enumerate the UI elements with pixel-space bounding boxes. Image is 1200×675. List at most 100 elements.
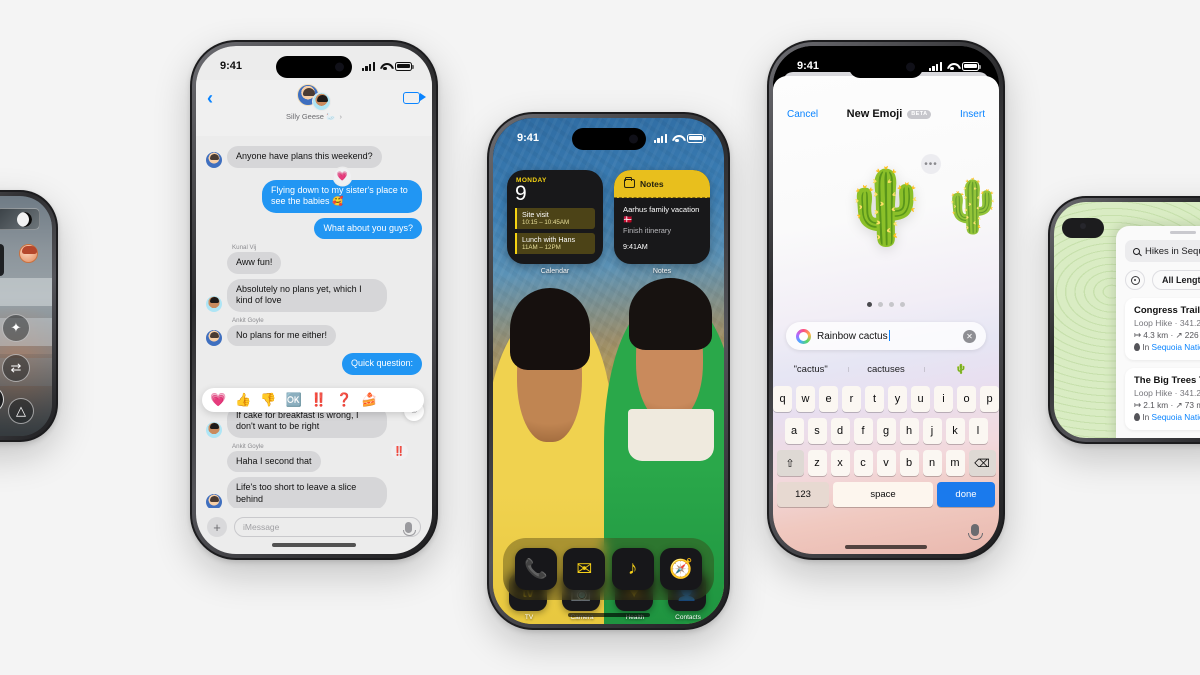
trail-location-link[interactable]: Sequoia National... bbox=[1152, 342, 1200, 352]
group-name[interactable]: Silly Geese 🦢 › bbox=[196, 112, 432, 121]
page-indicator[interactable] bbox=[867, 302, 905, 307]
notes-widget[interactable]: Notes Aarhus family vacation 🇩🇰 Finish i… bbox=[614, 170, 710, 275]
key-t[interactable]: t bbox=[865, 386, 884, 412]
home-indicator[interactable] bbox=[845, 545, 927, 549]
message-bubble[interactable]: Absolutely no plans yet, which I kind of… bbox=[227, 278, 387, 312]
calendar-widget[interactable]: MONDAY 9 Site visit 10:15 – 10:45AM Lunc… bbox=[507, 170, 603, 275]
all-lengths-filter[interactable]: All Lengths ⌄ bbox=[1152, 270, 1200, 290]
message-composer[interactable]: + iMessage bbox=[196, 514, 432, 540]
dictation-icon[interactable] bbox=[968, 524, 983, 540]
key-r[interactable]: r bbox=[842, 386, 861, 412]
trail-result-card[interactable]: The Big Trees Trail... Loop Hike · 341.2… bbox=[1125, 368, 1200, 430]
key-j[interactable]: j bbox=[922, 418, 942, 444]
key-i[interactable]: i bbox=[934, 386, 953, 412]
key-q[interactable]: q bbox=[773, 386, 792, 412]
music-icon[interactable]: ♪ bbox=[611, 548, 654, 590]
key-u[interactable]: u bbox=[911, 386, 930, 412]
key-o[interactable]: o bbox=[957, 386, 976, 412]
home-indicator[interactable] bbox=[567, 613, 650, 617]
sheet-grabber[interactable] bbox=[1169, 231, 1196, 234]
key-n[interactable]: n bbox=[922, 450, 942, 476]
trail-location-link[interactable]: Sequoia National... bbox=[1152, 412, 1200, 422]
done-key[interactable]: done bbox=[937, 482, 995, 507]
add-attachment-button[interactable]: + bbox=[207, 517, 227, 537]
page-dot[interactable] bbox=[900, 302, 905, 307]
key-l[interactable]: l bbox=[968, 418, 988, 444]
suggestion-item[interactable]: cactuses bbox=[848, 364, 923, 375]
reaction-exclaim-icon[interactable]: ‼️ bbox=[311, 392, 327, 408]
key-h[interactable]: h bbox=[899, 418, 919, 444]
shield-button[interactable]: △ bbox=[8, 398, 34, 424]
notes-widget-card[interactable]: Notes Aarhus family vacation 🇩🇰 Finish i… bbox=[614, 170, 710, 264]
key-z[interactable]: z bbox=[807, 450, 827, 476]
message-bubble[interactable]: Quick question: bbox=[341, 353, 422, 375]
reaction-cake-icon[interactable]: 🍰 bbox=[361, 392, 377, 408]
widget-label: Notes bbox=[652, 268, 672, 275]
generated-emoji-next[interactable]: 🌵 bbox=[940, 176, 999, 237]
space-key[interactable]: space bbox=[833, 482, 933, 507]
page-dot[interactable] bbox=[889, 302, 894, 307]
tapback-reaction-bar[interactable]: 💗 👍 👎 🆗 ‼️ ❓ 🍰 bbox=[202, 388, 424, 412]
home-indicator[interactable] bbox=[272, 543, 356, 547]
calendar-event[interactable]: Lunch with Hans 11AM – 12PM bbox=[515, 232, 595, 254]
shift-key[interactable]: ⇧ bbox=[776, 450, 804, 476]
phone-icon[interactable]: 📞 bbox=[515, 548, 558, 590]
maps-search-input[interactable]: Hikes in Sequoia bbox=[1125, 240, 1200, 262]
reaction-thumbsdown-icon[interactable]: 👎 bbox=[260, 392, 276, 408]
imessage-input[interactable]: iMessage bbox=[234, 517, 421, 537]
tapback-heart-icon[interactable]: 💗 bbox=[334, 167, 351, 185]
key-w[interactable]: w bbox=[796, 386, 815, 412]
key-s[interactable]: s bbox=[807, 418, 827, 444]
calendar-event[interactable]: Site visit 10:15 – 10:45AM bbox=[515, 207, 595, 229]
genmoji-description-field[interactable]: Rainbow cactus ✕ bbox=[786, 322, 986, 350]
key-e[interactable]: e bbox=[819, 386, 838, 412]
mail-icon[interactable]: ✉ bbox=[563, 548, 606, 590]
reaction-thumbsup-icon[interactable]: 👍 bbox=[235, 392, 251, 408]
key-p[interactable]: p bbox=[980, 386, 999, 412]
tapback-exclaim-icon[interactable]: ‼️ bbox=[391, 442, 408, 460]
locate-icon[interactable] bbox=[1125, 270, 1145, 290]
backspace-key[interactable]: ⌫ bbox=[968, 450, 996, 476]
message-thread[interactable]: Anyone have plans this weekend? 💗 Flying… bbox=[196, 136, 432, 508]
key-c[interactable]: c bbox=[853, 450, 873, 476]
insert-button[interactable]: Insert bbox=[960, 109, 985, 120]
suggestion-emoji-item[interactable]: 🌵 bbox=[923, 364, 999, 375]
suggestion-item[interactable]: "cactus" bbox=[773, 364, 848, 375]
facetime-icon[interactable] bbox=[403, 92, 426, 104]
reaction-heart-icon[interactable]: 💗 bbox=[210, 392, 226, 408]
key-m[interactable]: m bbox=[945, 450, 965, 476]
dialog-avatar bbox=[19, 244, 38, 263]
key-f[interactable]: f bbox=[853, 418, 873, 444]
message-bubble[interactable]: Anyone have plans this weekend? bbox=[227, 146, 382, 168]
numbers-key[interactable]: 123 bbox=[777, 482, 829, 507]
calendar-widget-card[interactable]: MONDAY 9 Site visit 10:15 – 10:45AM Lunc… bbox=[507, 170, 603, 264]
key-a[interactable]: a bbox=[784, 418, 804, 444]
message-bubble[interactable]: What about you guys? bbox=[314, 217, 422, 240]
generated-emoji-main[interactable]: 🌵 bbox=[840, 164, 932, 251]
dash-button[interactable]: ✦ bbox=[2, 314, 30, 342]
reaction-haha-icon[interactable]: 🆗 bbox=[286, 392, 302, 408]
safari-icon[interactable]: 🧭 bbox=[659, 548, 702, 590]
back-button[interactable]: ‹ bbox=[207, 88, 213, 109]
message-bubble[interactable]: Aww fun! bbox=[227, 252, 282, 274]
key-v[interactable]: v bbox=[876, 450, 896, 476]
group-avatars[interactable] bbox=[295, 84, 333, 112]
clear-icon[interactable]: ✕ bbox=[963, 329, 976, 343]
key-b[interactable]: b bbox=[899, 450, 919, 476]
key-x[interactable]: x bbox=[830, 450, 850, 476]
swap-button[interactable]: ⇄ bbox=[2, 354, 30, 382]
onscreen-keyboard[interactable]: q w e r t y u i o p a s d f g h j k l ⇧ … bbox=[773, 386, 999, 513]
message-bubble[interactable]: Life's too short to leave a slice behind bbox=[227, 477, 387, 508]
trail-result-card[interactable]: Congress Trail Hike Loop Hike · 341.2 km… bbox=[1125, 298, 1200, 360]
key-k[interactable]: k bbox=[945, 418, 965, 444]
key-y[interactable]: y bbox=[888, 386, 907, 412]
page-dot[interactable] bbox=[878, 302, 883, 307]
message-bubble[interactable]: No plans for me either! bbox=[227, 324, 337, 347]
reaction-question-icon[interactable]: ❓ bbox=[336, 392, 352, 408]
key-g[interactable]: g bbox=[876, 418, 896, 444]
page-dot[interactable] bbox=[867, 302, 872, 307]
message-bubble[interactable]: Haha I second that bbox=[227, 450, 321, 473]
key-d[interactable]: d bbox=[830, 418, 850, 444]
cancel-button[interactable]: Cancel bbox=[787, 109, 818, 120]
microphone-icon[interactable] bbox=[403, 521, 416, 536]
